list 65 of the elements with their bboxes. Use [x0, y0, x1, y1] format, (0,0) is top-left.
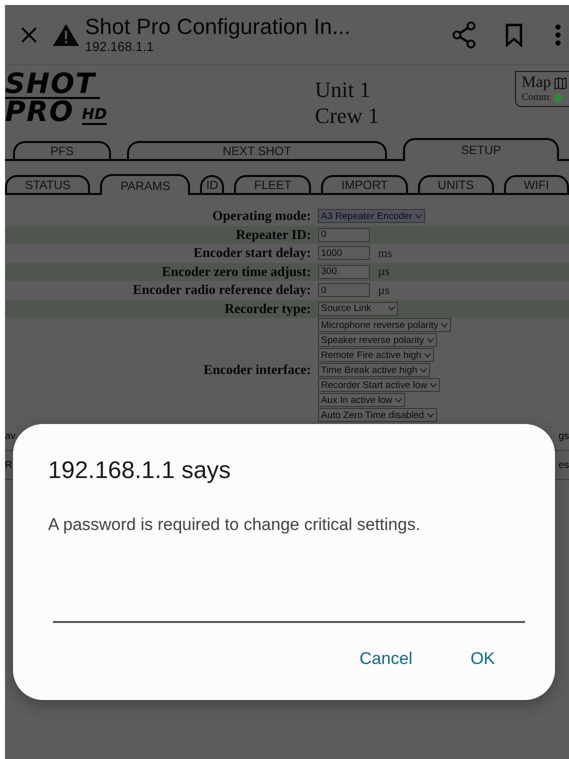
unit-label: µs: [378, 282, 390, 298]
logo-text: PRO: [5, 99, 75, 125]
unit-label: ms: [378, 246, 392, 261]
select-field[interactable]: Aux In active low: [318, 393, 406, 407]
field-label: Encoder zero time adjust:: [160, 264, 312, 280]
select-field[interactable]: Microphone reverse polarity: [318, 318, 452, 332]
select-field[interactable]: Recorder Start active low: [318, 378, 440, 392]
input-field[interactable]: 1000: [318, 246, 370, 260]
tab[interactable]: PARAMS: [100, 174, 190, 195]
caret-icon: [395, 398, 402, 402]
tab[interactable]: IMPORT: [321, 175, 408, 193]
unit-label: µs: [378, 264, 390, 280]
caret-icon: [415, 214, 422, 219]
bookmark-icon[interactable]: [505, 22, 523, 46]
caret-icon: [441, 322, 448, 328]
page-text: es: [558, 460, 569, 470]
comm-label: Comm:: [522, 92, 552, 103]
dialog-message: A password is required to change critical settings.: [48, 515, 422, 535]
select-field[interactable]: Auto Zero Time disabled: [318, 408, 437, 422]
menu-icon[interactable]: [555, 24, 561, 46]
logo-text: SHOT: [5, 71, 100, 99]
select-field[interactable]: Time Break active high: [318, 363, 430, 377]
page-text: av: [5, 430, 16, 442]
field-label: Encoder radio reference delay:: [132, 282, 312, 298]
ok-button[interactable]: OK: [460, 643, 505, 675]
page-title: Shot Pro Configuration In...: [85, 15, 352, 39]
tab[interactable]: FLEET: [234, 175, 312, 193]
caret-icon: [420, 368, 428, 372]
share-icon[interactable]: [451, 20, 477, 48]
tab[interactable]: ID: [200, 175, 224, 193]
cancel-button[interactable]: Cancel: [350, 643, 422, 675]
select-field[interactable]: Speaker reverse polarity: [318, 333, 437, 347]
caret-icon: [424, 352, 432, 358]
logo-badge: HD: [82, 106, 107, 125]
url-text: 192.168.1.1: [85, 39, 155, 54]
map-icon: [554, 76, 567, 90]
page-text: R: [5, 460, 12, 470]
input-field[interactable]: 0: [318, 228, 370, 242]
close-icon[interactable]: [21, 26, 37, 42]
field-label: Encoder interface:: [202, 362, 312, 378]
field-label: Recorder type:: [224, 300, 312, 317]
crew-label: Crew 1: [314, 103, 380, 129]
tab[interactable]: STATUS: [5, 175, 90, 193]
field-label: Encoder start delay:: [192, 245, 312, 262]
caret-icon: [430, 382, 438, 388]
tab[interactable]: NEXT SHOT: [127, 141, 387, 159]
caret-icon: [426, 338, 434, 342]
select-field[interactable]: Remote Fire active high: [318, 348, 434, 362]
field-label: Repeater ID:: [234, 226, 312, 243]
tab[interactable]: PFS: [13, 141, 111, 159]
field-label: Operating mode:: [211, 208, 312, 224]
select-field[interactable]: A3 Repeater Encoder: [318, 209, 426, 224]
tab[interactable]: WIFI: [504, 175, 569, 193]
map-button[interactable]: Map: [522, 74, 567, 92]
input-field[interactable]: 0: [318, 283, 370, 298]
unit-label: Unit 1: [314, 77, 372, 103]
input-field[interactable]: 300: [318, 264, 370, 279]
tab[interactable]: UNITS: [418, 175, 494, 193]
dialog-title: 192.168.1.1 says: [48, 457, 232, 485]
caret-icon: [426, 412, 434, 418]
caret-icon: [388, 306, 396, 312]
tab[interactable]: SETUP: [403, 138, 559, 161]
page-text: gs: [558, 430, 569, 442]
select-field[interactable]: Source Link: [318, 302, 398, 316]
warning-icon[interactable]: [53, 24, 79, 46]
